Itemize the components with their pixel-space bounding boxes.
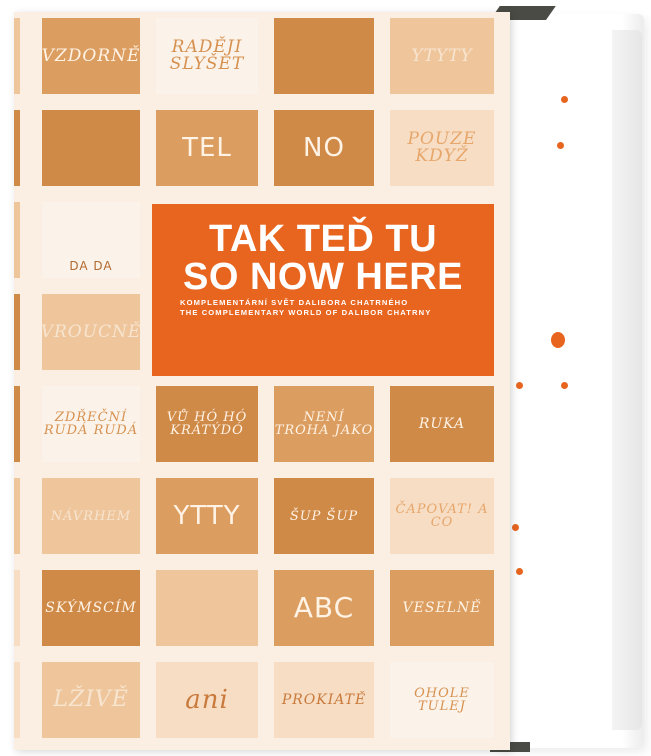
title-czech: TAK TEĎ TU (208, 218, 438, 260)
cover-tile: VESELNĚ (390, 570, 494, 646)
orange-dot (512, 524, 519, 531)
cover-tile: VZDORNĚ (42, 18, 140, 94)
title-box: TAK TEĎ TU SO NOW HERE (152, 204, 494, 376)
subtitle-english: THE COMPLEMENTARY WORLD OF DALIBOR CHATR… (180, 308, 432, 317)
cover-tile: ani (156, 662, 258, 738)
cover-tile (14, 110, 20, 186)
cover-tile: VROUCNĚ (42, 294, 140, 370)
cover-tile: ZDŘEČNÍ RUDÁ RUDÁ (42, 386, 140, 462)
orange-dot (516, 568, 523, 575)
cover-tile: OHOLE TULEJ (390, 662, 494, 738)
title-english: SO NOW HERE (183, 256, 463, 298)
cover-tile (14, 662, 20, 738)
cover-tile: SKÝMSCÍM (42, 570, 140, 646)
cover-tile: VŮ HÓ HÓ KRÁTÝDÓ (156, 386, 258, 462)
cover-tile: YTYTY (390, 18, 494, 94)
cover-tile: RADĚJI SLYŠET (156, 18, 258, 94)
cover-tile (14, 478, 20, 554)
cover-tile (156, 570, 258, 646)
cover-tile: ŠUP ŠUP (274, 478, 374, 554)
orange-dot (516, 382, 523, 389)
cover-tile: RUKA (390, 386, 494, 462)
cover-tile: YTTY (156, 478, 258, 554)
cover-tile (14, 386, 20, 462)
cover-tile (274, 18, 374, 94)
cover-tile: ABC (274, 570, 374, 646)
book-photo: VZDORNĚ RADĚJI SLYŠET YTYTY TEL NO POUZE… (0, 0, 651, 756)
cover-tile (14, 294, 20, 370)
cover-tile: POUZE KDYŽ (390, 110, 494, 186)
orange-dot (561, 382, 568, 389)
cover-tile: NENÍ TROHA JAKO (274, 386, 374, 462)
cover-tile: NO (274, 110, 374, 186)
cover-tile: TEL (156, 110, 258, 186)
cover-tile: PROKIATĚ (274, 662, 374, 738)
cover-tile: DA DA (42, 202, 140, 278)
cover-tile (42, 110, 140, 186)
cover-tile (14, 570, 20, 646)
orange-dot (557, 142, 564, 149)
cover-tile: ČAPOVAT! A CO (390, 478, 494, 554)
slipcase-edge (612, 30, 642, 730)
cover-tile (14, 202, 20, 278)
cover-tile: NÁVRHEM (42, 478, 140, 554)
orange-dot (561, 96, 568, 103)
subtitle-czech: KOMPLEMENTÁRNÍ SVĚT DALIBORA CHATRNÉHO (180, 298, 409, 307)
orange-dot (551, 332, 565, 348)
book-cover: VZDORNĚ RADĚJI SLYŠET YTYTY TEL NO POUZE… (14, 12, 510, 750)
cover-tile (14, 18, 20, 94)
cover-tile: LŽIVĚ (42, 662, 140, 738)
